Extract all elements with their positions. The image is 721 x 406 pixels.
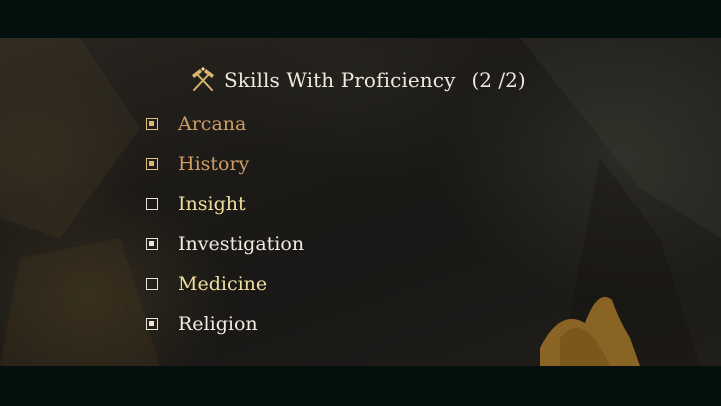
skill-label: Religion: [178, 313, 258, 335]
skill-selection-panel: Skills With Proficiency (2 /2) Arcana Hi…: [0, 38, 721, 366]
skill-item-arcana[interactable]: Arcana: [146, 104, 304, 144]
checkbox-checked-icon[interactable]: [146, 238, 158, 250]
screen: Skills With Proficiency (2 /2) Arcana Hi…: [0, 0, 721, 406]
section-title: Skills With Proficiency: [224, 68, 456, 92]
skill-label: Insight: [178, 193, 246, 215]
skill-item-investigation[interactable]: Investigation: [146, 224, 304, 264]
crossed-hammers-icon: [192, 67, 214, 91]
skill-list: Arcana History Insight Investigation Med…: [146, 104, 304, 344]
letterbox-bottom: [0, 366, 721, 406]
letterbox-top: [0, 0, 721, 38]
checkbox-empty-icon[interactable]: [146, 278, 158, 290]
skill-label: Medicine: [178, 273, 268, 295]
checkbox-checked-icon[interactable]: [146, 318, 158, 330]
section-header: Skills With Proficiency (2 /2): [188, 64, 526, 96]
skill-label: Arcana: [178, 113, 247, 135]
skill-item-religion[interactable]: Religion: [146, 304, 304, 344]
selection-count: (2 /2): [471, 68, 526, 92]
checkbox-checked-icon[interactable]: [146, 118, 158, 130]
checkbox-empty-icon[interactable]: [146, 198, 158, 210]
skill-item-medicine[interactable]: Medicine: [146, 264, 304, 304]
skill-label: Investigation: [178, 233, 305, 255]
skill-label: History: [178, 153, 250, 175]
skill-item-history[interactable]: History: [146, 144, 304, 184]
skill-item-insight[interactable]: Insight: [146, 184, 304, 224]
checkbox-checked-icon[interactable]: [146, 158, 158, 170]
